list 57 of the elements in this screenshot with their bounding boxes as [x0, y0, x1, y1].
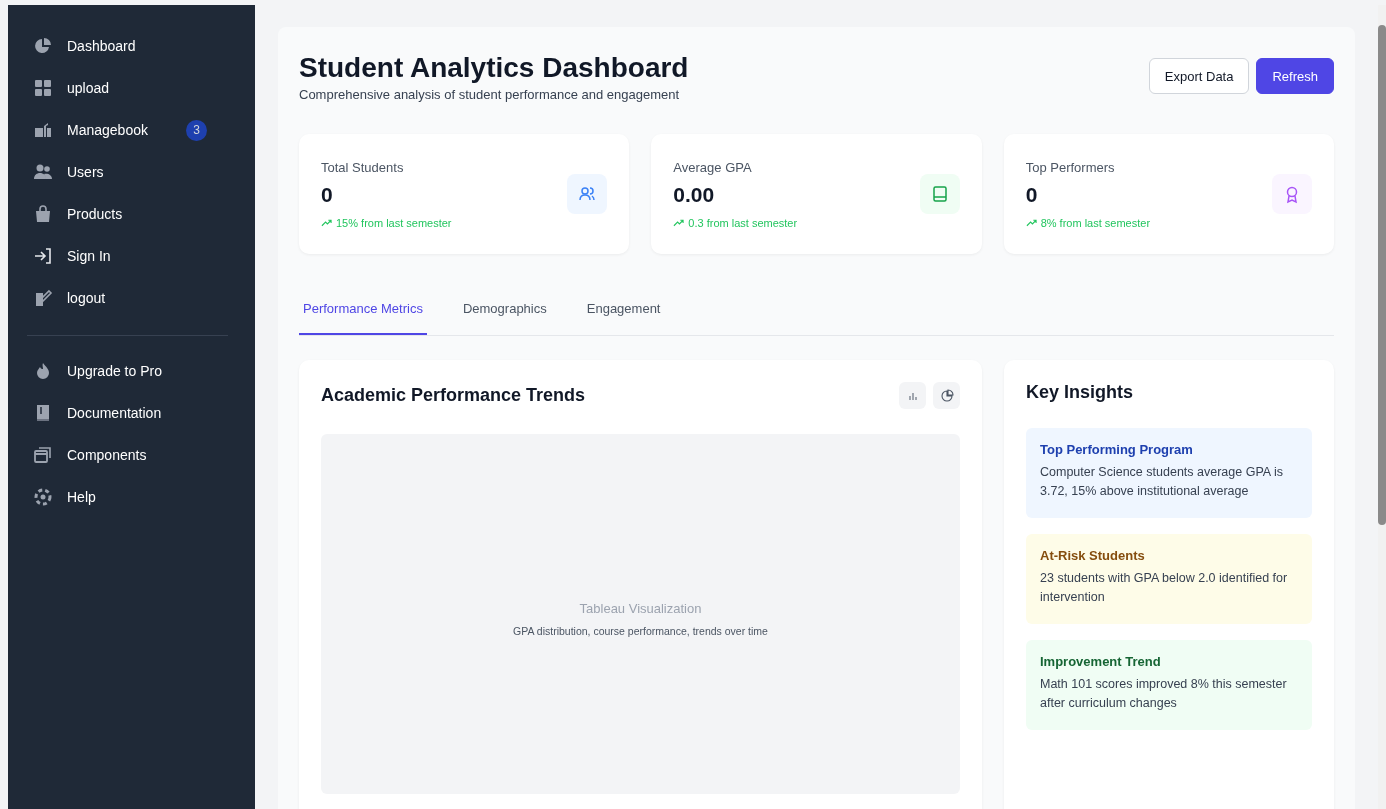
sidebar-item[interactable]: Components: [20, 434, 243, 476]
tab[interactable]: Performance Metrics: [299, 290, 427, 335]
count-badge: 3: [186, 119, 207, 141]
windows-icon: [33, 445, 53, 465]
stat-value: 0: [321, 182, 334, 207]
sidebar-item[interactable]: Documentation: [20, 392, 243, 434]
users-icon: [567, 174, 608, 214]
scrollbar[interactable]: [1378, 5, 1386, 809]
tab[interactable]: Engagement: [582, 290, 665, 335]
page-title: Student Analytics Dashboard: [299, 51, 689, 85]
stat-value: 0.00: [673, 182, 716, 207]
users-icon: [33, 162, 53, 182]
insight-title: At-Risk Students: [1040, 548, 1146, 563]
trend-up-icon: [673, 218, 685, 227]
insight-text: Math 101 scores improved 8% this semester after curriculum changes: [1040, 676, 1288, 712]
tab[interactable]: Demographics: [458, 290, 551, 335]
edit-icon: [33, 288, 53, 308]
grid-icon: [33, 78, 53, 98]
stat-label: Top Performers: [1025, 159, 1116, 175]
refresh-button[interactable]: Refresh: [1256, 58, 1334, 94]
stat-value: 0: [1025, 182, 1039, 207]
stat-change: 0.3 from last semester: [688, 216, 798, 229]
pie-chart-icon: [939, 388, 954, 403]
placeholder-text: GPA distribution, course performance, trends over time: [513, 625, 768, 637]
stat-change: 8% from last semester: [1040, 216, 1151, 229]
sidebar-item[interactable]: Managebook 3: [20, 109, 243, 151]
insights-title: Key Insights: [1026, 382, 1135, 403]
sidebar-item[interactable]: Users: [20, 151, 243, 193]
sidebar-item[interactable]: Upgrade to Pro: [20, 350, 243, 392]
pie-chart-button[interactable]: [933, 382, 960, 409]
signin-icon: [33, 246, 53, 266]
pie-icon: [33, 36, 53, 56]
trend-up-icon: [1025, 218, 1037, 227]
scrollbar-thumb[interactable]: [1378, 25, 1386, 525]
sidebar-item[interactable]: logout: [20, 277, 243, 319]
sidebar-item[interactable]: upload: [20, 67, 243, 109]
stat-change: 15% from last semester: [336, 216, 452, 229]
bar-chart-button[interactable]: [899, 382, 926, 409]
insight-title: Top Performing Program: [1040, 442, 1194, 457]
sidebar-item[interactable]: Sign In: [20, 235, 243, 277]
sidebar-item[interactable]: Products: [20, 193, 243, 235]
bag-icon: [33, 204, 53, 224]
stat-label: Total Students: [321, 159, 405, 175]
insight-text: Computer Science students average GPA is 3.72, 15% above institutional average: [1040, 464, 1284, 500]
insight-title: Improvement Trend: [1040, 654, 1162, 669]
book-icon: [919, 174, 960, 214]
export-button[interactable]: Export Data: [1148, 58, 1250, 94]
trend-up-icon: [321, 218, 332, 227]
sidebar-item[interactable]: Help: [20, 476, 243, 518]
page-subtitle: Comprehensive analysis of student performance and engagement: [299, 87, 681, 102]
insight-text: 23 students with GPA below 2.0 identified for intervention: [1040, 570, 1289, 606]
award-icon: [1272, 174, 1312, 214]
stat-label: Average GPA: [673, 159, 753, 175]
placeholder-title: Tableau Visualization: [579, 601, 702, 616]
sidebar-item[interactable]: Dashboard: [20, 25, 243, 67]
lifebuoy-icon: [33, 487, 53, 507]
chart-title: Academic Performance Trends: [321, 385, 586, 406]
